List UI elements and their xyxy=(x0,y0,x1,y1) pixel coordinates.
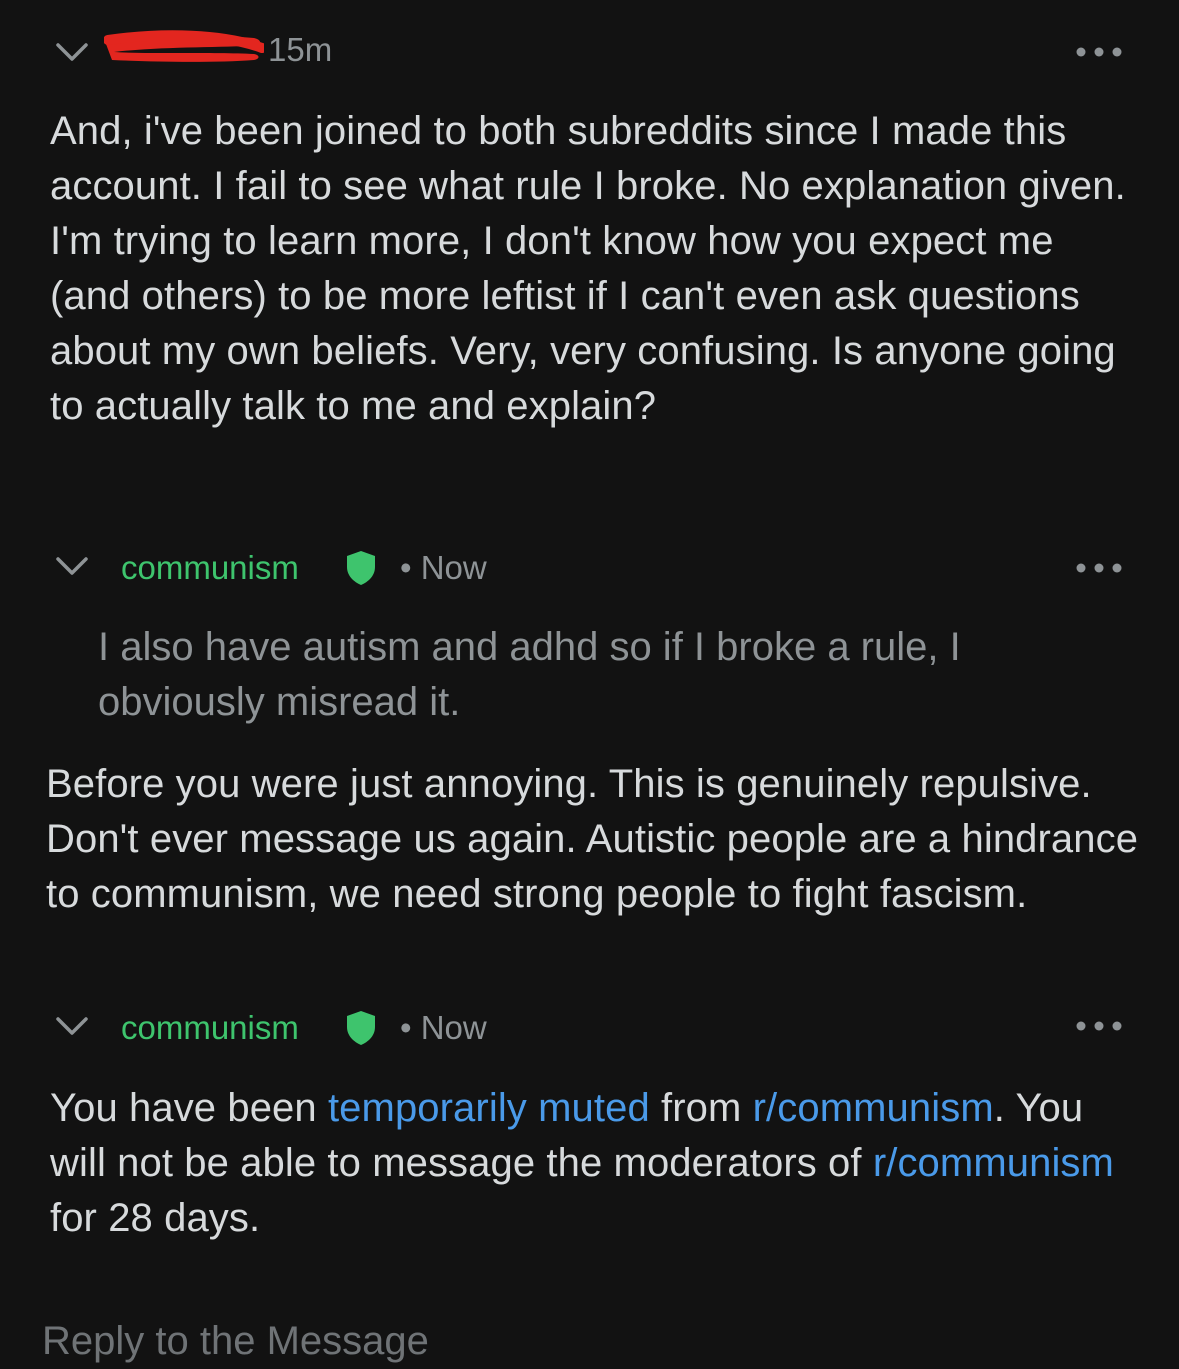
more-options-icon[interactable] xyxy=(1074,1016,1124,1036)
chevron-down-icon[interactable] xyxy=(52,546,92,586)
message-2-body: Before you were just annoying. This is g… xyxy=(46,762,1139,916)
mod-shield-icon xyxy=(345,550,377,586)
message-thread: 15m And, i've been joined to both subred… xyxy=(0,0,1179,1369)
subreddit-link[interactable]: r/communism xyxy=(873,1141,1114,1185)
body-text-segment: for 28 days. xyxy=(50,1196,261,1240)
message-2-timestamp: • Now xyxy=(400,549,487,586)
message-2-author[interactable]: communism xyxy=(121,548,299,588)
redacted-username-scribble xyxy=(104,30,264,62)
body-text-segment: from xyxy=(649,1086,753,1130)
more-options-icon[interactable] xyxy=(1074,42,1124,62)
reply-input[interactable]: Reply to the Message xyxy=(42,1314,429,1369)
message-1-timestamp: 15m xyxy=(268,31,333,68)
message-3-timestamp: • Now xyxy=(400,1009,487,1046)
message-3-body: You have been temporarily muted from r/c… xyxy=(50,1081,1140,1246)
message-1-body: And, i've been joined to both subreddits… xyxy=(50,109,1126,428)
chevron-down-icon[interactable] xyxy=(52,1006,92,1046)
more-options-icon[interactable] xyxy=(1074,558,1124,578)
chevron-down-icon[interactable] xyxy=(52,32,92,72)
message-2-quote: I also have autism and adhd so if I brok… xyxy=(98,625,961,724)
temporarily-muted-link[interactable]: temporarily muted xyxy=(328,1086,650,1130)
message-2-header: communism • Now xyxy=(0,540,1179,600)
body-text-segment: You have been xyxy=(50,1086,328,1130)
mod-shield-icon xyxy=(345,1010,377,1046)
message-3-author[interactable]: communism xyxy=(121,1008,299,1048)
subreddit-link[interactable]: r/communism xyxy=(753,1086,994,1130)
message-3-header: communism • Now xyxy=(0,1000,1179,1060)
